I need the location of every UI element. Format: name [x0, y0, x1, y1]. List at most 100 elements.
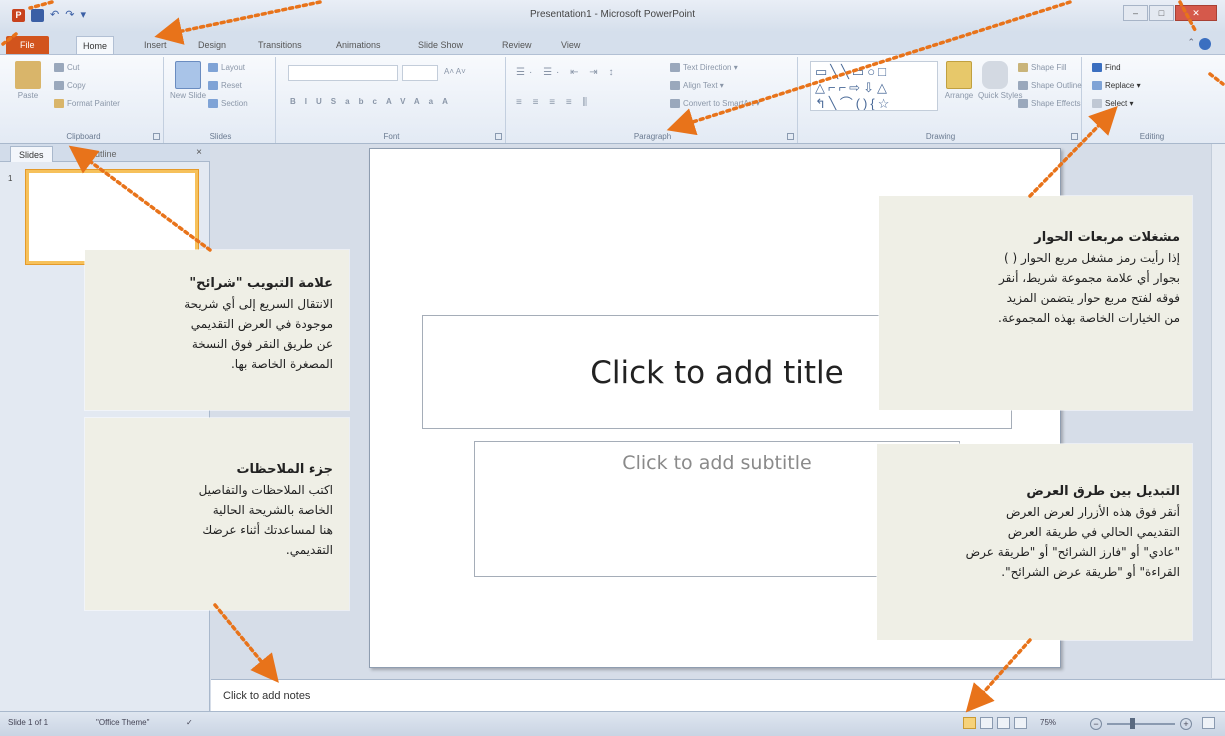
- notes-pane[interactable]: Click to add notes: [211, 679, 1225, 711]
- font-color-button[interactable]: A: [442, 97, 457, 106]
- section-button[interactable]: Section: [208, 99, 248, 109]
- font-group-label: Font: [383, 132, 400, 141]
- italic-button[interactable]: I: [305, 97, 316, 106]
- font-size-combo[interactable]: [402, 65, 438, 81]
- reading-view-button[interactable]: [997, 717, 1010, 729]
- shape-effects-button[interactable]: Shape Effects: [1018, 99, 1081, 109]
- tab-design[interactable]: Design: [192, 36, 232, 54]
- font-format-buttons[interactable]: BIUSabcAVAaA: [290, 97, 457, 106]
- minimize-button[interactable]: –: [1123, 5, 1148, 21]
- arrange-button[interactable]: Arrange: [942, 61, 976, 100]
- find-button[interactable]: Find: [1092, 63, 1121, 73]
- align-text-icon: [670, 81, 680, 91]
- text-direction-button[interactable]: Text Direction ▾: [670, 63, 738, 73]
- paste-icon: [15, 61, 41, 89]
- zoom-slider-knob[interactable]: [1130, 718, 1135, 729]
- new-slide-button[interactable]: New Slide: [170, 61, 206, 100]
- callout-slides-tab-title: علامة التبويب "شرائح": [189, 276, 333, 291]
- shape-outline-icon: [1018, 81, 1028, 91]
- bold-button[interactable]: B: [290, 97, 305, 106]
- callout-slides-tab-line: المصغرة الخاصة بها.: [230, 357, 333, 371]
- select-button[interactable]: Select ▾: [1092, 99, 1133, 109]
- grow-font-icon[interactable]: A˄ A˅: [444, 67, 466, 76]
- tab-outline[interactable]: Outline: [80, 146, 125, 162]
- tab-home[interactable]: Home: [76, 36, 115, 54]
- callout-slides-tab: علامة التبويب "شرائح" الانتقال السريع إل…: [85, 250, 349, 410]
- zoom-in-button[interactable]: +: [1180, 718, 1192, 730]
- minimize-ribbon-icon[interactable]: ⌃: [1187, 37, 1195, 48]
- normal-view-button[interactable]: [963, 717, 976, 729]
- tab-slides[interactable]: Slides: [10, 146, 53, 162]
- callout-notes-pane-line: الخاصة بالشريحة الحالية: [212, 503, 333, 517]
- theme-name[interactable]: "Office Theme": [96, 718, 149, 727]
- callout-dialog-launchers-line: فوقه لفتح مربع حوار يتضمن المزيد: [1006, 291, 1180, 305]
- editing-group: Find Replace ▾ Select ▾ Editing: [1084, 57, 1220, 143]
- zoom-level[interactable]: 75%: [1040, 718, 1056, 727]
- font-name-combo[interactable]: [288, 65, 398, 81]
- tab-animations[interactable]: Animations: [330, 36, 387, 54]
- spell-check-icon[interactable]: ✓: [186, 718, 193, 727]
- strikethrough-button[interactable]: abc: [345, 97, 386, 106]
- tab-view[interactable]: View: [555, 36, 586, 54]
- format-painter-button[interactable]: Format Painter: [54, 99, 120, 109]
- ribbon: Paste Cut Copy Format Painter Clipboard …: [0, 54, 1225, 144]
- tab-insert[interactable]: Insert: [138, 36, 173, 54]
- close-button[interactable]: ✕: [1175, 5, 1217, 21]
- slide-number: 1: [8, 174, 13, 183]
- callout-slides-tab-line: الانتقال السريع إلى أي شريحة: [184, 297, 333, 311]
- tab-slide-show[interactable]: Slide Show: [412, 36, 469, 54]
- shape-fill-button[interactable]: Shape Fill: [1018, 63, 1067, 73]
- tab-file[interactable]: File: [6, 36, 49, 54]
- quick-styles-button[interactable]: Quick Styles: [978, 61, 1022, 100]
- slide-sorter-view-button[interactable]: [980, 717, 993, 729]
- callout-view-switch-title: التبديل بين طرق العرض: [1026, 484, 1180, 499]
- help-icon[interactable]: [1199, 38, 1211, 50]
- window-title: Presentation1 - Microsoft PowerPoint: [529, 9, 696, 20]
- maximize-button[interactable]: □: [1149, 5, 1174, 21]
- cursor-icon: [1092, 99, 1102, 109]
- align-text-button[interactable]: Align Text ▾: [670, 81, 724, 91]
- replace-button[interactable]: Replace ▾: [1092, 81, 1141, 91]
- callout-view-switch-line: القراءة" أو "طريقة عرض الشرائح".: [1001, 565, 1180, 579]
- reset-button[interactable]: Reset: [208, 81, 242, 91]
- alignment-buttons[interactable]: ≡ ≡ ≡ ≡ ⫼: [516, 97, 591, 108]
- drawing-group-label: Drawing: [925, 132, 956, 141]
- shape-fill-icon: [1018, 63, 1028, 73]
- callout-notes-pane-line: التقديمي.: [285, 543, 333, 557]
- fit-to-window-button[interactable]: [1202, 717, 1215, 729]
- callout-notes-pane-line: اكتب الملاحظات والتفاصيل: [198, 483, 333, 497]
- section-icon: [208, 99, 218, 109]
- quick-styles-icon: [982, 61, 1008, 89]
- close-pane-icon[interactable]: ×: [196, 147, 202, 158]
- tab-transitions[interactable]: Transitions: [252, 36, 308, 54]
- copy-button[interactable]: Copy: [54, 81, 86, 91]
- zoom-slider[interactable]: [1107, 723, 1175, 725]
- font-dialog-launcher-icon[interactable]: [495, 133, 502, 140]
- shadow-button[interactable]: S: [331, 97, 345, 106]
- callout-slides-tab-line: عن طريق النقر فوق النسخة: [191, 337, 333, 351]
- shape-outline-button[interactable]: Shape Outline: [1018, 81, 1082, 91]
- cut-button[interactable]: Cut: [54, 63, 79, 73]
- callout-slides-tab-line: موجودة في العرض التقديمي: [190, 317, 333, 331]
- clipboard-dialog-launcher-icon[interactable]: [153, 133, 160, 140]
- notes-placeholder[interactable]: Click to add notes: [223, 690, 310, 702]
- new-slide-icon: [175, 61, 201, 89]
- tab-review[interactable]: Review: [496, 36, 538, 54]
- paragraph-dialog-launcher-icon[interactable]: [787, 133, 794, 140]
- paste-button[interactable]: Paste: [10, 61, 46, 100]
- layout-button[interactable]: Layout: [208, 63, 245, 73]
- convert-smartart-button[interactable]: Convert to SmartArt ▾: [670, 99, 760, 109]
- shapes-gallery[interactable]: ▭╲╲▭○□ △⌐⌐⇨⇩△ ↰╲⌒(){☆: [810, 61, 938, 111]
- paragraph-group: ☰· ☰· ⇤ ⇥ ↕ ≡ ≡ ≡ ≡ ⫼ Text Direction ▾ A…: [508, 57, 798, 143]
- change-case-button[interactable]: Aa: [414, 97, 442, 106]
- vertical-scrollbar[interactable]: [1211, 144, 1225, 678]
- underline-button[interactable]: U: [316, 97, 331, 106]
- char-spacing-button[interactable]: AV: [386, 97, 414, 106]
- drawing-dialog-launcher-icon[interactable]: [1071, 133, 1078, 140]
- zoom-out-button[interactable]: −: [1090, 718, 1102, 730]
- brush-icon: [54, 99, 64, 109]
- slide-show-view-button[interactable]: [1014, 717, 1027, 729]
- arrange-icon: [946, 61, 972, 89]
- window-controls: – □ ✕: [1123, 5, 1217, 21]
- list-indent-buttons[interactable]: ☰· ☰· ⇤ ⇥ ↕: [516, 67, 617, 78]
